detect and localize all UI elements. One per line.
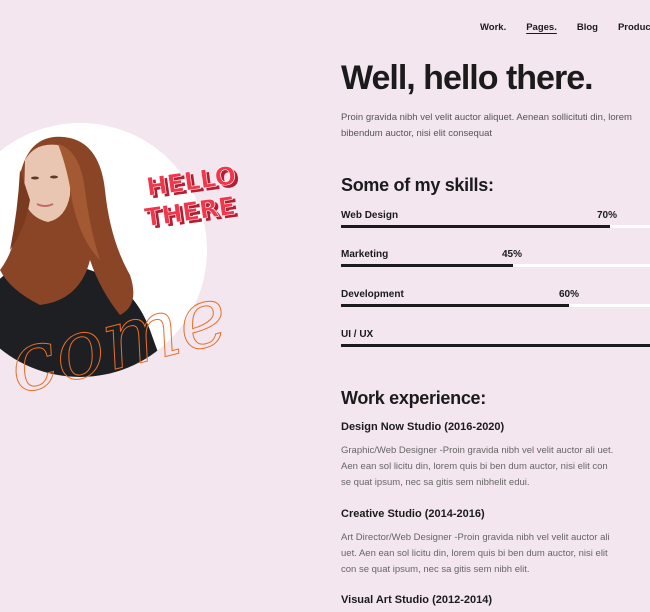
skill-name: Web Design — [341, 210, 399, 221]
intro-text: Proin gravida nibh vel velit auctor aliq… — [341, 110, 650, 142]
intro-line-2: bibendum auctor, nisi elit consequat — [341, 128, 493, 139]
job-description: Graphic/Web Designer -Proin gravida nibh… — [341, 443, 641, 491]
page-title: Well, hello there. — [341, 59, 594, 97]
job-description: Art Director/Web Designer -Proin gravida… — [341, 530, 641, 578]
job-item: Visual Art Studio (2012-2014) — [341, 594, 641, 606]
top-nav: Work. Pages. Blog Products — [480, 22, 650, 33]
skill-progress-fill — [341, 264, 513, 267]
experience-heading: Work experience: — [341, 388, 486, 408]
skill-percent: 70% — [597, 210, 618, 221]
skill-progress-fill — [341, 304, 569, 307]
job-title: Visual Art Studio (2012-2014) — [341, 594, 492, 606]
nav-work-link[interactable]: Work. — [480, 22, 506, 33]
skill-web-design: Web Design 70% — [341, 210, 650, 230]
skill-progress-fill — [341, 344, 650, 347]
hero-svg: HELLO HELLO THERE THERE come — [0, 123, 241, 413]
skill-percent: 45% — [502, 249, 523, 260]
hero-illustration: HELLO HELLO THERE THERE come — [0, 100, 300, 420]
skill-progress-fill — [341, 225, 610, 228]
skill-name: Marketing — [341, 249, 389, 260]
skill-ui-ux: UI / UX — [341, 329, 650, 349]
skills-heading: Some of my skills: — [341, 175, 494, 195]
skill-track — [341, 344, 650, 347]
skill-name: UI / UX — [341, 329, 374, 340]
nav-pages-link[interactable]: Pages. — [526, 22, 557, 33]
job-desc-line: con se quat ipsum, nec sa gitis sem nibh… — [341, 564, 530, 575]
skill-track — [341, 225, 650, 228]
job-desc-line: Graphic/Web Designer -Proin gravida nibh… — [341, 445, 614, 456]
hello-there-sticker: HELLO HELLO THERE THERE — [142, 160, 241, 235]
nav-blog-link[interactable]: Blog — [577, 22, 598, 33]
job-item: Creative Studio (2014-2016) Art Director… — [341, 508, 641, 578]
job-title: Design Now Studio (2016-2020) — [341, 421, 505, 433]
skill-marketing: Marketing 45% — [341, 249, 650, 269]
job-desc-line: uet. Aen ean sol licitu din, lorem quis … — [341, 548, 608, 559]
job-item: Design Now Studio (2016-2020) Graphic/We… — [341, 421, 641, 491]
skill-track — [341, 304, 650, 307]
skill-name: Development — [341, 289, 404, 300]
job-desc-line: Art Director/Web Designer -Proin gravida… — [341, 532, 610, 543]
skill-development: Development 60% — [341, 289, 650, 309]
skill-percent: 60% — [559, 289, 580, 300]
job-title: Creative Studio (2014-2016) — [341, 508, 485, 520]
job-desc-line: Aen ean sol licitu din, lorem quis bi be… — [341, 461, 608, 472]
nav-products-link[interactable]: Products — [618, 22, 650, 33]
skill-track — [341, 264, 650, 267]
main-content: Well, hello there. Proin gravida nibh ve… — [341, 58, 650, 606]
intro-line-1: Proin gravida nibh vel velit auctor aliq… — [341, 112, 632, 123]
job-desc-line: se quat ipsum, nec sa gitis sem nibhelit… — [341, 477, 530, 488]
